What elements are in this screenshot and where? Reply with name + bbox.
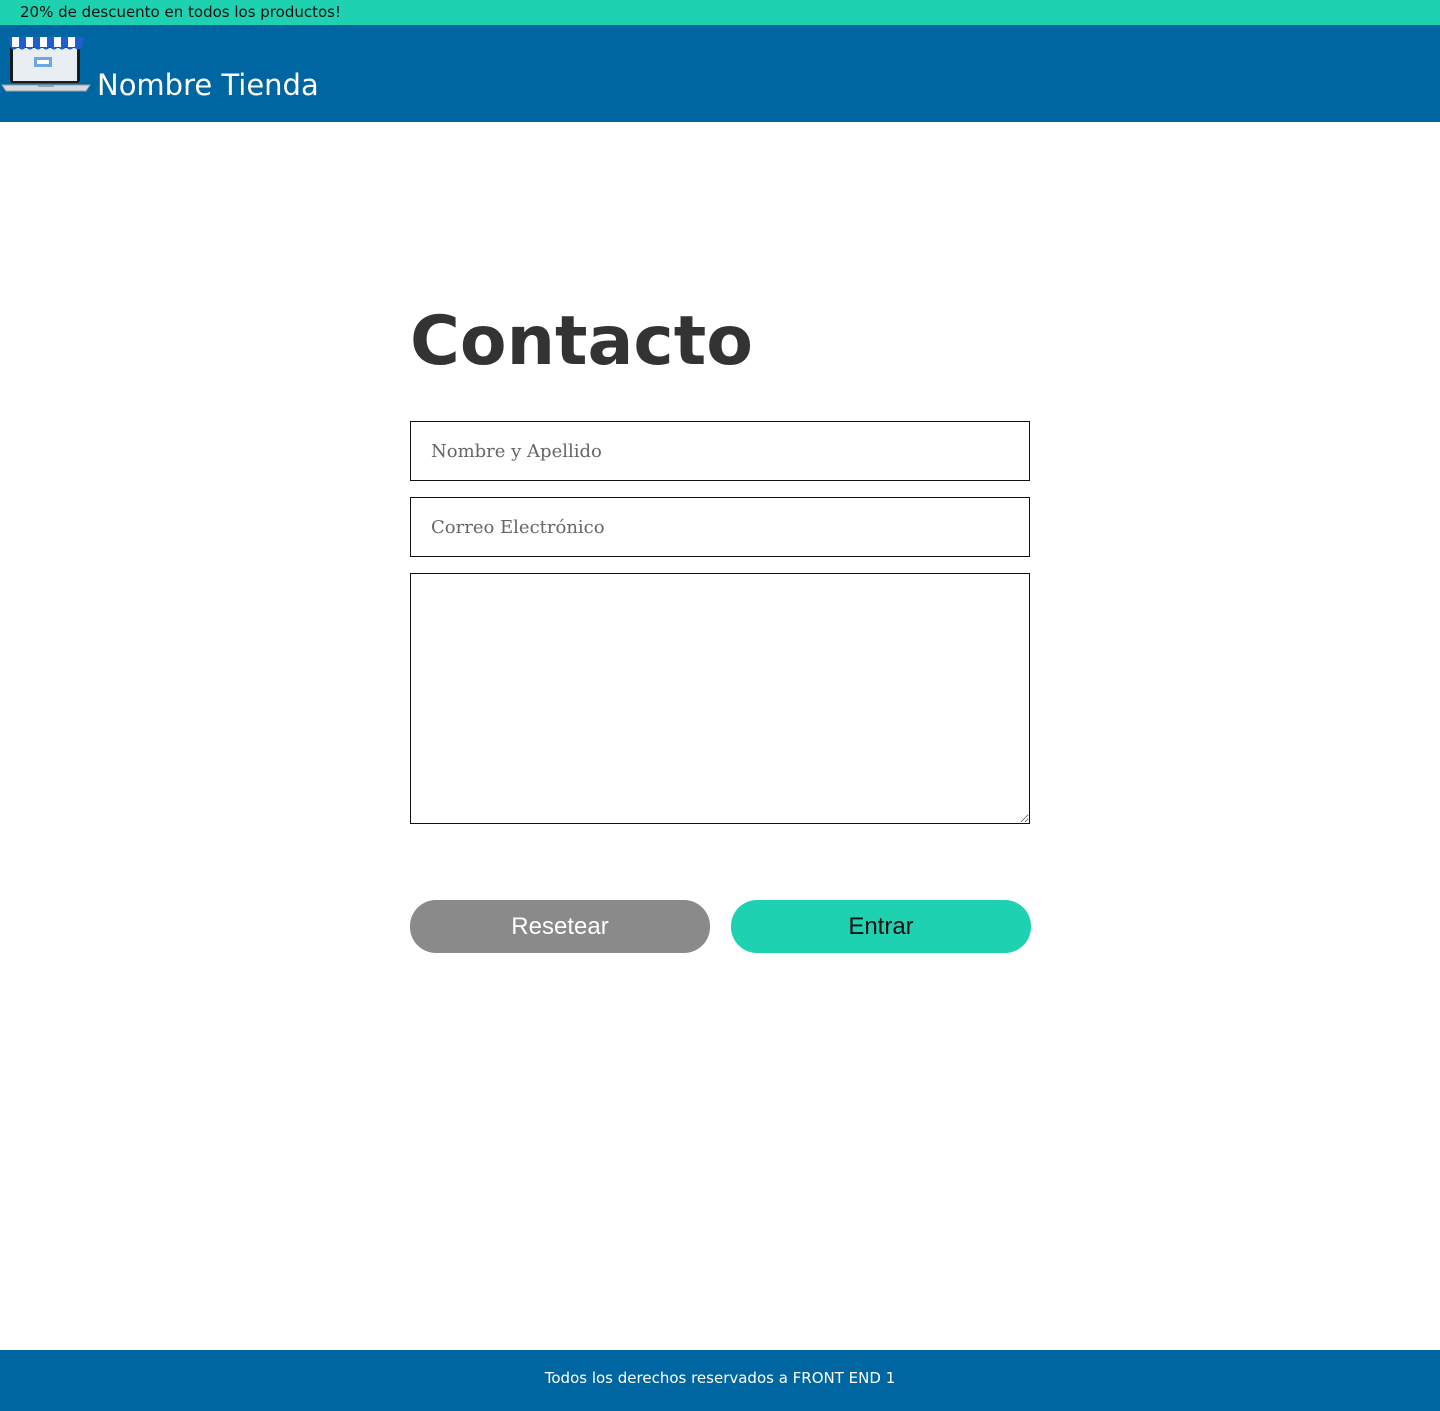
message-textarea[interactable]	[410, 573, 1030, 824]
storefront-laptop-icon[interactable]	[0, 33, 92, 95]
name-field[interactable]	[410, 421, 1030, 481]
submit-button[interactable]: Entrar	[731, 900, 1031, 953]
store-name[interactable]: Nombre Tienda	[97, 67, 319, 103]
footer-text: Todos los derechos reservados a FRONT EN…	[544, 1369, 896, 1387]
promo-banner: 20% de descuento en todos los productos!	[0, 0, 1440, 25]
site-footer: Todos los derechos reservados a FRONT EN…	[0, 1350, 1440, 1411]
promo-text: 20% de descuento en todos los productos!	[20, 3, 341, 21]
email-field[interactable]	[410, 497, 1030, 557]
page-title: Contacto	[410, 302, 753, 381]
site-header: Nombre Tienda	[0, 25, 1440, 122]
reset-button[interactable]: Resetear	[410, 900, 710, 953]
